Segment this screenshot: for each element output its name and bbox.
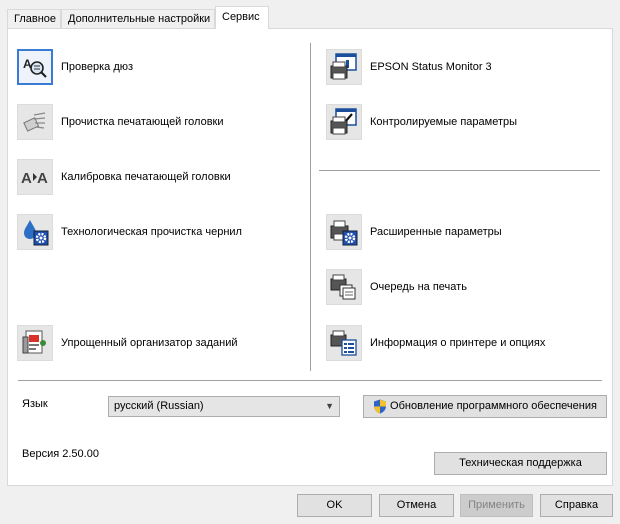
shield-icon (374, 399, 387, 414)
head-alignment-tool[interactable]: A A Калибровка печатающей головки (17, 159, 231, 195)
head-alignment-label: Калибровка печатающей головки (61, 171, 231, 183)
printer-info-tool[interactable]: Информация о принтере и опциях (326, 325, 545, 361)
job-arranger-label: Упрощенный организатор заданий (61, 337, 238, 349)
tab-utility[interactable]: Сервис (215, 6, 269, 29)
monitoring-preferences-label: Контролируемые параметры (370, 116, 518, 128)
nozzle-check-icon[interactable]: A (17, 49, 53, 85)
printer-info-label: Информация о принтере и опциях (370, 337, 546, 349)
ok-button[interactable]: OK (297, 494, 372, 517)
svg-text:A: A (21, 170, 32, 187)
software-update-button[interactable]: Обновление программного обеспечения (363, 395, 607, 418)
head-alignment-icon[interactable]: A A (17, 159, 53, 195)
head-cleaning-icon[interactable] (17, 104, 53, 140)
vertical-divider (310, 43, 311, 371)
printer-info-icon[interactable] (326, 325, 362, 361)
version-text: Версия 2.50.00 (22, 448, 99, 460)
chevron-down-icon: ▼ (325, 401, 334, 411)
apply-button[interactable]: Применить (460, 494, 533, 517)
extended-settings-label: Расширенные параметры (370, 226, 502, 238)
cancel-button[interactable]: Отмена (379, 494, 454, 517)
technical-support-button[interactable]: Техническая поддержка (434, 452, 607, 475)
print-queue-tool[interactable]: Очередь на печать (326, 269, 467, 305)
nozzle-check-tool[interactable]: A Проверка дюз (17, 49, 133, 85)
status-monitor-tool[interactable]: EPSON Status Monitor 3 (326, 49, 492, 85)
job-arranger-icon[interactable] (17, 325, 53, 361)
status-monitor-label: EPSON Status Monitor 3 (370, 61, 492, 73)
tab-main[interactable]: Главное (7, 9, 61, 28)
monitoring-preferences-tool[interactable]: Контролируемые параметры (326, 104, 517, 140)
language-label: Язык (22, 398, 48, 410)
ink-flush-icon[interactable] (17, 214, 53, 250)
job-arranger-tool[interactable]: Упрощенный организатор заданий (17, 325, 238, 361)
print-queue-icon[interactable] (326, 269, 362, 305)
extended-settings-icon[interactable] (326, 214, 362, 250)
monitoring-preferences-icon[interactable] (326, 104, 362, 140)
utility-panel: A Проверка дюз Прочистка печатающей голо… (7, 28, 613, 486)
language-select[interactable]: русский (Russian) ▼ (108, 396, 340, 417)
software-update-label: Обновление программного обеспечения (390, 400, 597, 412)
print-queue-label: Очередь на печать (370, 281, 467, 293)
language-select-value: русский (Russian) (114, 400, 204, 412)
tab-advanced[interactable]: Дополнительные настройки (61, 9, 215, 28)
nozzle-check-label: Проверка дюз (61, 61, 134, 73)
svg-text:A: A (37, 170, 48, 187)
head-cleaning-label: Прочистка печатающей головки (61, 116, 224, 128)
ink-flush-label: Технологическая прочистка чернил (61, 226, 242, 238)
help-button[interactable]: Справка (540, 494, 613, 517)
extended-settings-tool[interactable]: Расширенные параметры (326, 214, 502, 250)
ink-flush-tool[interactable]: Технологическая прочистка чернил (17, 214, 242, 250)
head-cleaning-tool[interactable]: Прочистка печатающей головки (17, 104, 224, 140)
status-monitor-icon[interactable] (326, 49, 362, 85)
horizontal-divider (18, 380, 602, 381)
right-divider (319, 170, 600, 171)
